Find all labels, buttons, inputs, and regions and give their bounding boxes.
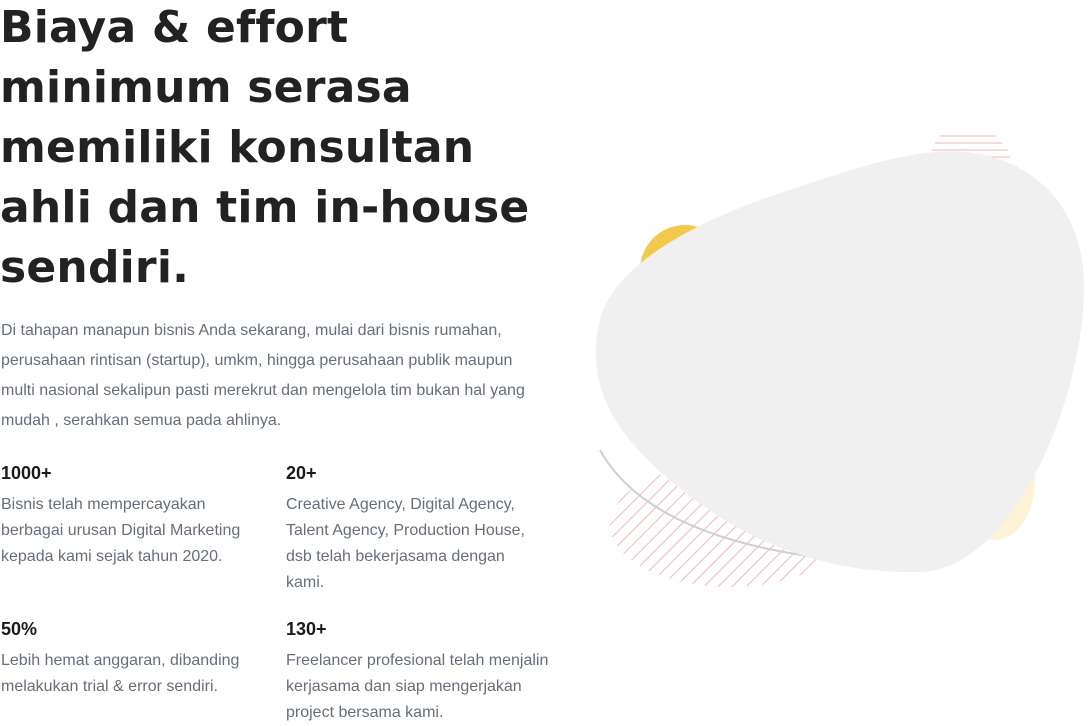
stat-value: 130+: [286, 619, 327, 639]
stat-description: Freelancer profesional telah menjalin ke…: [286, 652, 549, 721]
stat-value: 20+: [286, 463, 317, 483]
stat-description: Bisnis telah mempercayakan berbagai urus…: [1, 496, 241, 565]
stat-value: 1000+: [1, 463, 52, 483]
stat-item: 1000+ Bisnis telah mempercayakan berbaga…: [1, 462, 261, 570]
stat-item: 50% Lebih hemat anggaran, dibanding mela…: [1, 618, 261, 700]
stat-description: Lebih hemat anggaran, dibanding melakuka…: [1, 652, 240, 695]
stat-description: Creative Agency, Digital Agency, Talent …: [286, 496, 525, 591]
stat-item: 20+ Creative Agency, Digital Agency, Tal…: [286, 462, 546, 596]
hero-intro: Di tahapan manapun bisnis Anda sekarang,…: [1, 322, 525, 429]
stat-value: 50%: [1, 619, 38, 639]
abstract-blob-illustration: [595, 135, 1085, 587]
stat-item: 130+ Freelancer profesional telah menjal…: [286, 618, 556, 726]
page: Biaya & effort minimum serasa memiliki k…: [0, 0, 1090, 726]
hero-headline: Biaya & effort minimum serasa memiliki k…: [0, 2, 530, 293]
